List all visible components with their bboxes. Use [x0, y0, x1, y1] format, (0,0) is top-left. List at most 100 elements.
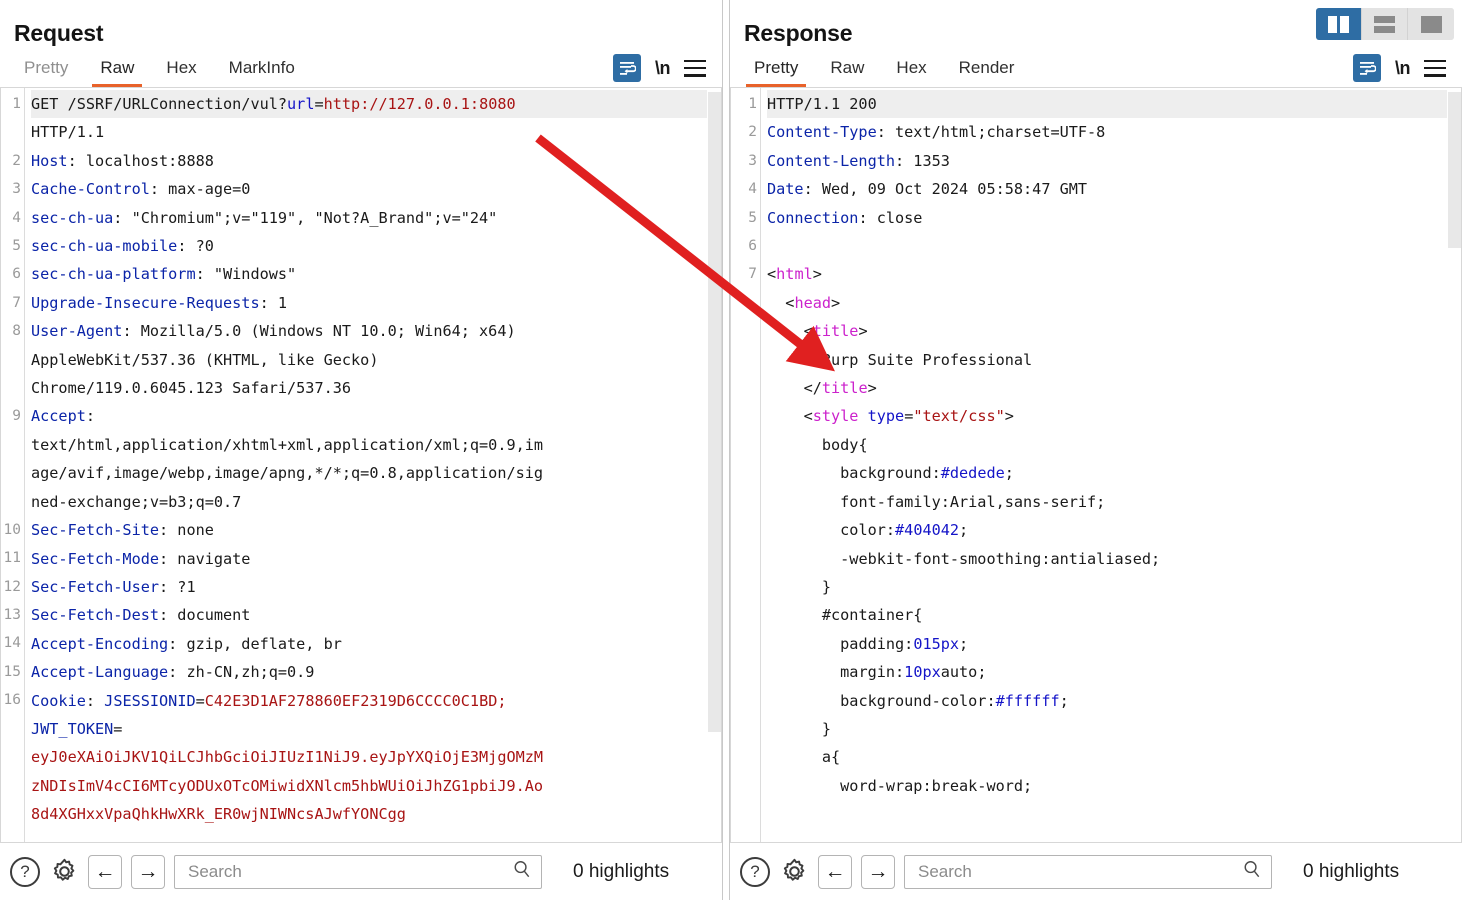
- single-view-icon: [1421, 16, 1442, 33]
- code-line: Sec-Fetch-Mode: navigate: [31, 545, 707, 573]
- response-search-box[interactable]: [904, 855, 1272, 889]
- search-forward-button[interactable]: →: [861, 855, 895, 889]
- line-number: [1, 459, 24, 487]
- code-line: -webkit-font-smoothing:antialiased;: [767, 545, 1447, 573]
- word-wrap-icon[interactable]: [613, 54, 641, 82]
- tab-response-hex[interactable]: Hex: [880, 54, 942, 87]
- line-number: 6: [1, 260, 24, 288]
- search-back-button[interactable]: ←: [818, 855, 852, 889]
- request-scrollbar[interactable]: [708, 88, 721, 842]
- line-number: 2: [1, 147, 24, 175]
- tab-response-render[interactable]: Render: [943, 54, 1031, 87]
- code-line: margin:10pxauto;: [767, 658, 1447, 686]
- line-number: 9: [1, 402, 24, 430]
- response-tabbar: Pretty Raw Hex Render \n: [730, 45, 1462, 87]
- response-footer: ? ← → 0 highlights: [730, 842, 1462, 900]
- tab-request-pretty[interactable]: Pretty: [8, 54, 84, 87]
- tab-request-raw[interactable]: Raw: [84, 54, 150, 87]
- code-line: Accept-Language: zh-CN,zh;q=0.9: [31, 658, 707, 686]
- response-pane: Response Pretty Raw Hex Render \n: [730, 0, 1462, 900]
- tab-request-hex[interactable]: Hex: [150, 54, 212, 87]
- search-back-button[interactable]: ←: [88, 855, 122, 889]
- newline-toggle[interactable]: \n: [1395, 58, 1410, 79]
- pane-splitter[interactable]: [722, 0, 730, 900]
- search-forward-button[interactable]: →: [131, 855, 165, 889]
- line-number: 8: [1, 317, 24, 345]
- layout-single-button[interactable]: [1408, 8, 1454, 40]
- response-code-content[interactable]: HTTP/1.1 200Content-Type: text/html;char…: [761, 88, 1461, 842]
- help-icon[interactable]: ?: [740, 857, 770, 887]
- line-number: 3: [731, 147, 760, 175]
- code-line: text/html,application/xhtml+xml,applicat…: [31, 431, 707, 459]
- request-line-numbers: 12345678910111213141516: [1, 88, 25, 842]
- line-number: [731, 402, 760, 430]
- line-number: 14: [1, 629, 24, 657]
- line-number: [731, 516, 760, 544]
- layout-stacked-button[interactable]: [1362, 8, 1408, 40]
- line-number: [1, 431, 24, 459]
- line-number: [731, 771, 760, 799]
- request-code-viewer[interactable]: 12345678910111213141516 GET /SSRF/URLCon…: [0, 87, 722, 842]
- magnifier-icon[interactable]: [1242, 859, 1263, 885]
- request-panel-title: Request: [0, 0, 722, 45]
- response-scrollbar[interactable]: [1448, 88, 1461, 842]
- code-line: Host: localhost:8888: [31, 147, 707, 175]
- line-number: 5: [731, 204, 760, 232]
- hamburger-menu-icon[interactable]: [684, 60, 706, 77]
- magnifier-icon[interactable]: [512, 859, 533, 885]
- code-line: }: [767, 573, 1447, 601]
- tab-request-markinfo[interactable]: MarkInfo: [213, 54, 311, 87]
- line-number: [1, 374, 24, 402]
- search-input[interactable]: [186, 861, 512, 883]
- line-number: [731, 544, 760, 572]
- line-number: [731, 346, 760, 374]
- code-line: Accept:: [31, 402, 707, 430]
- response-toolbar: \n: [1353, 54, 1454, 87]
- code-line: [767, 232, 1447, 260]
- line-number: 1: [731, 90, 760, 118]
- code-line: a{: [767, 743, 1447, 771]
- tab-response-pretty[interactable]: Pretty: [738, 54, 814, 87]
- request-search-box[interactable]: [174, 855, 542, 889]
- line-number: [1, 743, 24, 771]
- help-icon[interactable]: ?: [10, 857, 40, 887]
- request-toolbar: \n: [613, 54, 714, 87]
- code-line: </title>: [767, 374, 1447, 402]
- code-line: eyJ0eXAiOiJKV1QiLCJhbGciOiJIUzI1NiJ9.eyJ…: [31, 743, 707, 771]
- line-number: [731, 487, 760, 515]
- gear-icon[interactable]: [49, 857, 79, 887]
- code-line: ned-exchange;v=b3;q=0.7: [31, 488, 707, 516]
- hamburger-menu-icon[interactable]: [1424, 60, 1446, 77]
- request-scrollbar-thumb[interactable]: [708, 92, 721, 732]
- line-number: [731, 658, 760, 686]
- code-line: font-family:Arial,sans-serif;: [767, 488, 1447, 516]
- code-line: <style type="text/css">: [767, 402, 1447, 430]
- code-line: background-color:#ffffff;: [767, 687, 1447, 715]
- line-number: 15: [1, 658, 24, 686]
- split-view-icon: [1328, 16, 1349, 33]
- code-line: Content-Type: text/html;charset=UTF-8: [767, 118, 1447, 146]
- search-input[interactable]: [916, 861, 1242, 883]
- line-number: [1, 771, 24, 799]
- line-number: 4: [1, 204, 24, 232]
- code-line: zNDIsImV4cCI6MTcyODUxOTcOMiwidXNlcm5hbWU…: [31, 772, 707, 800]
- code-line: sec-ch-ua: "Chromium";v="119", "Not?A_Br…: [31, 204, 707, 232]
- layout-side-by-side-button[interactable]: [1316, 8, 1362, 40]
- tab-response-raw[interactable]: Raw: [814, 54, 880, 87]
- gear-icon[interactable]: [779, 857, 809, 887]
- word-wrap-icon[interactable]: [1353, 54, 1381, 82]
- line-number: 7: [731, 260, 760, 288]
- request-code-content[interactable]: GET /SSRF/URLConnection/vul?url=http://1…: [25, 88, 721, 842]
- response-scrollbar-thumb[interactable]: [1448, 92, 1461, 248]
- response-code-viewer[interactable]: 1234567 HTTP/1.1 200Content-Type: text/h…: [730, 87, 1462, 842]
- request-tabbar: Pretty Raw Hex MarkInfo \n: [0, 45, 722, 87]
- code-line: word-wrap:break-word;: [767, 772, 1447, 800]
- line-number: [731, 715, 760, 743]
- code-line: <html>: [767, 260, 1447, 288]
- burp-message-editor: Request Pretty Raw Hex MarkInfo \n: [0, 0, 1464, 900]
- line-number: [1, 715, 24, 743]
- code-line: JWT_TOKEN=: [31, 715, 707, 743]
- newline-toggle[interactable]: \n: [655, 58, 670, 79]
- line-number: 13: [1, 601, 24, 629]
- line-number: 16: [1, 686, 24, 714]
